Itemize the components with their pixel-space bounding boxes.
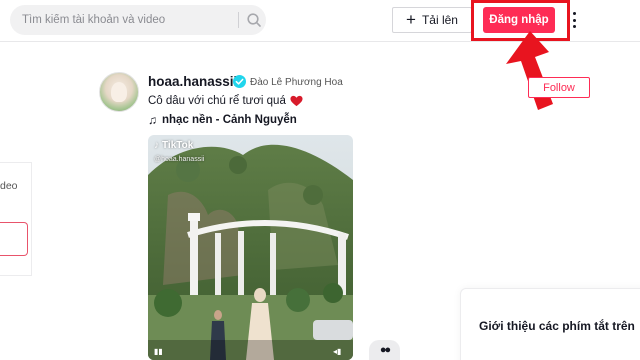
caption-text: Cô dâu với chú rể tươi quá bbox=[148, 95, 286, 107]
search-icon[interactable] bbox=[246, 12, 262, 28]
search-box[interactable] bbox=[10, 5, 266, 35]
volume-icon[interactable]: ◂▮ bbox=[333, 347, 341, 356]
shortcuts-title: Giới thiệu các phím tắt trên bbox=[479, 319, 635, 333]
sidebar-login-button[interactable] bbox=[0, 222, 28, 256]
avatar[interactable] bbox=[99, 72, 139, 112]
post-music[interactable]: ♫ nhạc nền - Cảnh Nguyễn bbox=[148, 113, 297, 127]
sidebar-partial-text: deo bbox=[0, 180, 18, 192]
login-highlight-box bbox=[471, 0, 570, 41]
more-icon[interactable] bbox=[570, 10, 578, 30]
post-caption: Cô dâu với chú rể tươi quá bbox=[148, 95, 303, 107]
video-handle: @hoaa.hanassii bbox=[154, 156, 205, 163]
music-label: nhạc nền - Cảnh Nguyễn bbox=[162, 114, 297, 126]
share-rail-button[interactable]: ●● bbox=[369, 340, 400, 360]
post-username[interactable]: hoaa.hanassii bbox=[148, 74, 237, 89]
tiktok-logo-icon: ♪ TikTok bbox=[154, 140, 193, 151]
rail-dots-icon: ●● bbox=[379, 344, 391, 356]
search-input[interactable] bbox=[22, 5, 222, 35]
play-icon[interactable]: ▮▮ bbox=[154, 347, 163, 356]
video-watermark: TikTok bbox=[162, 140, 194, 151]
verified-icon bbox=[233, 75, 246, 88]
shortcuts-panel: Giới thiệu các phím tắt trên bbox=[460, 288, 640, 360]
video-frame bbox=[148, 135, 353, 360]
tiktok-note-icon: ♪ bbox=[154, 140, 159, 151]
music-note-icon: ♫ bbox=[148, 113, 157, 127]
top-bar: + Tải lên Đăng nhập bbox=[0, 0, 640, 42]
plus-icon: + bbox=[406, 9, 416, 29]
follow-button[interactable]: Follow bbox=[528, 77, 590, 98]
follow-label: Follow bbox=[543, 81, 575, 94]
post-display-name[interactable]: Đào Lê Phương Hoa bbox=[250, 77, 343, 88]
search-divider bbox=[238, 12, 239, 28]
heart-icon bbox=[290, 95, 303, 107]
upload-label: Tải lên bbox=[421, 13, 458, 27]
upload-button[interactable]: + Tải lên bbox=[392, 7, 472, 33]
video-player[interactable]: ♪ TikTok @hoaa.hanassii ▮▮ ◂▮ bbox=[148, 135, 353, 360]
